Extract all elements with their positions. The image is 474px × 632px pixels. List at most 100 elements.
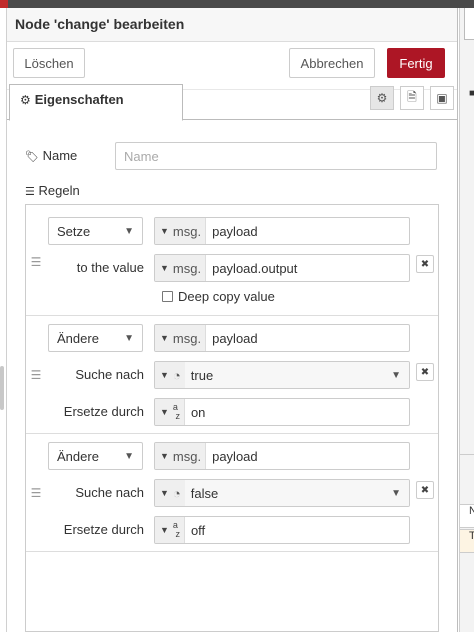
description-tab-icon[interactable]: 🗎	[400, 86, 424, 110]
frame-icon: ▣	[436, 91, 448, 105]
to-value-label: to the value	[76, 260, 144, 275]
target-type-button[interactable]: ▼ msg.	[155, 325, 207, 351]
caret-down-icon: ▼	[160, 226, 169, 236]
dialog-toolbar: Löschen Abbrechen Fertig	[7, 42, 457, 90]
close-icon: ✖	[420, 366, 430, 378]
replace-value: on	[190, 404, 206, 420]
boolean-type-icon: ◔	[172, 367, 181, 383]
delete-rule-button[interactable]: ✖	[416, 363, 434, 381]
target-value: payload	[212, 448, 258, 464]
target-type-button[interactable]: ▼ msg.	[155, 218, 207, 244]
document-icon: 🗎	[407, 89, 417, 104]
edit-dialog: Node 'change' bearbeiten Löschen Abbrech…	[6, 8, 458, 632]
cancel-button[interactable]: Abbrechen	[289, 48, 375, 78]
search-value: true	[190, 367, 214, 383]
rule-target-input[interactable]: ▼ msg. payload	[154, 217, 410, 245]
settings-tab-icon[interactable]: ⚙	[370, 86, 394, 110]
chevron-down-icon: ▼	[124, 225, 134, 237]
name-label-text: Name	[42, 148, 78, 163]
left-scroll-handle[interactable]	[0, 366, 4, 410]
sidebar-tab[interactable]	[464, 8, 474, 40]
tag-icon: 🏷	[25, 151, 39, 163]
caret-down-icon: ▼	[160, 370, 169, 380]
target-value: payload	[212, 330, 258, 346]
string-type-bottom: z	[175, 529, 180, 539]
search-value-select[interactable]: ▼ ◔ true ▼	[154, 361, 410, 389]
caret-down-icon: ▼	[160, 488, 169, 498]
rule-value-input[interactable]: ▼ msg. payload.output	[154, 254, 410, 282]
name-input[interactable]: Name	[115, 142, 437, 170]
delete-rule-button[interactable]: ✖	[416, 255, 434, 273]
delete-button[interactable]: Löschen	[13, 48, 85, 78]
rule-target-input[interactable]: ▼ msg. payload	[154, 324, 410, 352]
rule-action-value: Setze	[57, 223, 91, 239]
rules-label-text: Regeln	[38, 183, 80, 198]
close-icon: ✖	[420, 484, 430, 496]
delete-rule-button[interactable]: ✖	[416, 481, 434, 499]
top-strip	[0, 0, 474, 8]
replace-value-input[interactable]: ▼ a z on	[154, 398, 410, 426]
deep-copy-label: Deep copy value	[178, 289, 275, 304]
drag-handle-icon[interactable]: ☰	[30, 368, 42, 382]
caret-down-icon: ▼	[160, 451, 169, 461]
caret-down-icon: ▼	[160, 407, 169, 417]
rule-action-value: Ändere	[57, 448, 99, 464]
search-value-select[interactable]: ▼ ◔ false ▼	[154, 479, 410, 507]
string-type-icon: a z	[173, 521, 180, 539]
tab-bar: ⚙ Eigenschaften ⚙ 🗎 ▣	[7, 84, 458, 121]
properties-form: 🏷 Name Name ☰ Regeln ☰ Setze ▼ ▼ msg. payl…	[7, 120, 458, 632]
sidebar-cell: T	[460, 529, 474, 553]
page: Node 'change' bearbeiten Löschen Abbrech…	[0, 0, 474, 632]
appearance-tab-icon[interactable]: ▣	[430, 86, 454, 110]
search-value: false	[190, 485, 219, 501]
list-icon: ☰	[25, 186, 35, 198]
rule-target-input[interactable]: ▼ msg. payload	[154, 442, 410, 470]
rule-item: ☰ Ändere ▼ ▼ msg. payload Suche nach ▼ ◔ tr…	[26, 316, 438, 434]
search-label: Suche nach	[75, 485, 144, 500]
replace-value: off	[190, 522, 206, 538]
drag-handle-icon[interactable]: ☰	[30, 486, 42, 500]
target-type-label: msg.	[172, 223, 202, 239]
gear-icon: ⚙	[20, 93, 31, 107]
search-type-button[interactable]: ▼ ◔	[155, 362, 185, 388]
done-button[interactable]: Fertig	[387, 48, 445, 78]
sidebar-cell: N	[460, 504, 474, 528]
replace-label: Ersetze durch	[63, 404, 144, 419]
target-type-label: msg.	[172, 448, 202, 464]
target-type-button[interactable]: ▼ msg.	[155, 443, 207, 469]
chevron-down-icon: ▼	[124, 332, 134, 344]
sidebar-band	[460, 454, 474, 494]
tab-properties-label: Eigenschaften	[34, 92, 124, 107]
dialog-title: Node 'change' bearbeiten	[7, 8, 457, 42]
tab-properties[interactable]: ⚙ Eigenschaften	[9, 84, 183, 121]
gear-icon: ⚙	[376, 91, 388, 105]
string-type-bottom: z	[175, 411, 180, 421]
search-type-button[interactable]: ▼ ◔	[155, 480, 185, 506]
caret-down-icon: ▼	[160, 333, 169, 343]
name-label: 🏷 Name	[25, 148, 77, 163]
rule-action-value: Ändere	[57, 330, 99, 346]
rule-action-select[interactable]: Setze ▼	[48, 217, 143, 245]
caret-down-icon: ▼	[160, 525, 169, 535]
close-icon: ✖	[420, 258, 430, 270]
boolean-type-icon: ◔	[172, 485, 181, 501]
rule-action-select[interactable]: Ändere ▼	[48, 442, 143, 470]
deep-copy-row[interactable]: Deep copy value	[162, 289, 275, 304]
deep-copy-checkbox[interactable]	[162, 291, 173, 302]
replace-value-input[interactable]: ▼ a z off	[154, 516, 410, 544]
rule-action-select[interactable]: Ändere ▼	[48, 324, 143, 352]
target-value: payload	[212, 223, 258, 239]
chevron-down-icon: ▼	[391, 369, 401, 381]
replace-type-button[interactable]: ▼ a z	[155, 399, 185, 425]
drag-handle-icon[interactable]: ☰	[30, 255, 42, 269]
string-type-icon: a z	[173, 403, 180, 421]
chevron-down-icon: ▼	[391, 487, 401, 499]
value-type-button[interactable]: ▼ msg.	[155, 255, 207, 281]
target-type-label: msg.	[172, 330, 202, 346]
replace-type-button[interactable]: ▼ a z	[155, 517, 185, 543]
right-sidebar: ■ N T	[459, 8, 474, 632]
rule-item: ☰ Setze ▼ ▼ msg. payload to the value ▼ msg…	[26, 205, 438, 316]
rules-label: ☰ Regeln	[25, 183, 80, 198]
top-accent	[0, 0, 8, 8]
chevron-down-icon: ▼	[124, 450, 134, 462]
